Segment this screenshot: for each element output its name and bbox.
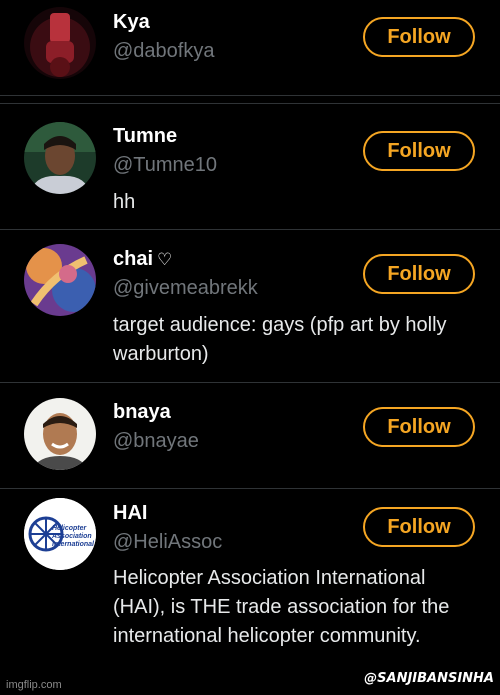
svg-text:International: International (52, 541, 95, 548)
follow-button[interactable]: Follow (363, 507, 475, 547)
handle[interactable]: @bnayae (113, 430, 199, 453)
follow-button[interactable]: Follow (363, 131, 475, 171)
hai-logo: Helicopter Association International (24, 498, 96, 570)
avatar-chai[interactable] (24, 244, 96, 316)
display-name[interactable]: HAI (113, 502, 147, 525)
imgflip-watermark: imgflip.com (6, 679, 62, 691)
divider (0, 95, 500, 96)
avatar-tumne[interactable] (24, 122, 96, 194)
bio: Helicopter Association International (HA… (113, 567, 450, 647)
svg-text:Helicopter: Helicopter (52, 525, 88, 532)
bio: hh (113, 191, 136, 213)
bio: target audience: gays (pfp art by holly … (113, 314, 447, 365)
heart-icon: ♡ (157, 250, 173, 269)
divider (0, 229, 500, 230)
handle[interactable]: @HeliAssoc (113, 531, 222, 554)
svg-text:Association: Association (51, 533, 92, 540)
follow-button[interactable]: Follow (363, 17, 475, 57)
divider (0, 103, 500, 104)
follow-button[interactable]: Follow (363, 254, 475, 294)
handle[interactable]: @dabofkya (113, 40, 214, 63)
display-name-text: chai (113, 248, 154, 270)
avatar-kya[interactable] (24, 7, 96, 79)
display-name[interactable]: Tumne (113, 125, 177, 148)
follow-button[interactable]: Follow (363, 407, 475, 447)
divider (0, 488, 500, 489)
handle[interactable]: @Tumne10 (113, 154, 217, 177)
avatar-hai[interactable]: Helicopter Association International (24, 498, 96, 570)
display-name[interactable]: bnaya (113, 401, 171, 424)
credit-watermark: @SANJIBANSINHA (364, 671, 494, 686)
handle[interactable]: @givemeabrekk (113, 277, 258, 300)
display-name[interactable]: chai ♡ (113, 248, 172, 271)
display-name[interactable]: Kya (113, 11, 150, 34)
avatar-bnaya[interactable] (24, 398, 96, 470)
divider (0, 382, 500, 383)
